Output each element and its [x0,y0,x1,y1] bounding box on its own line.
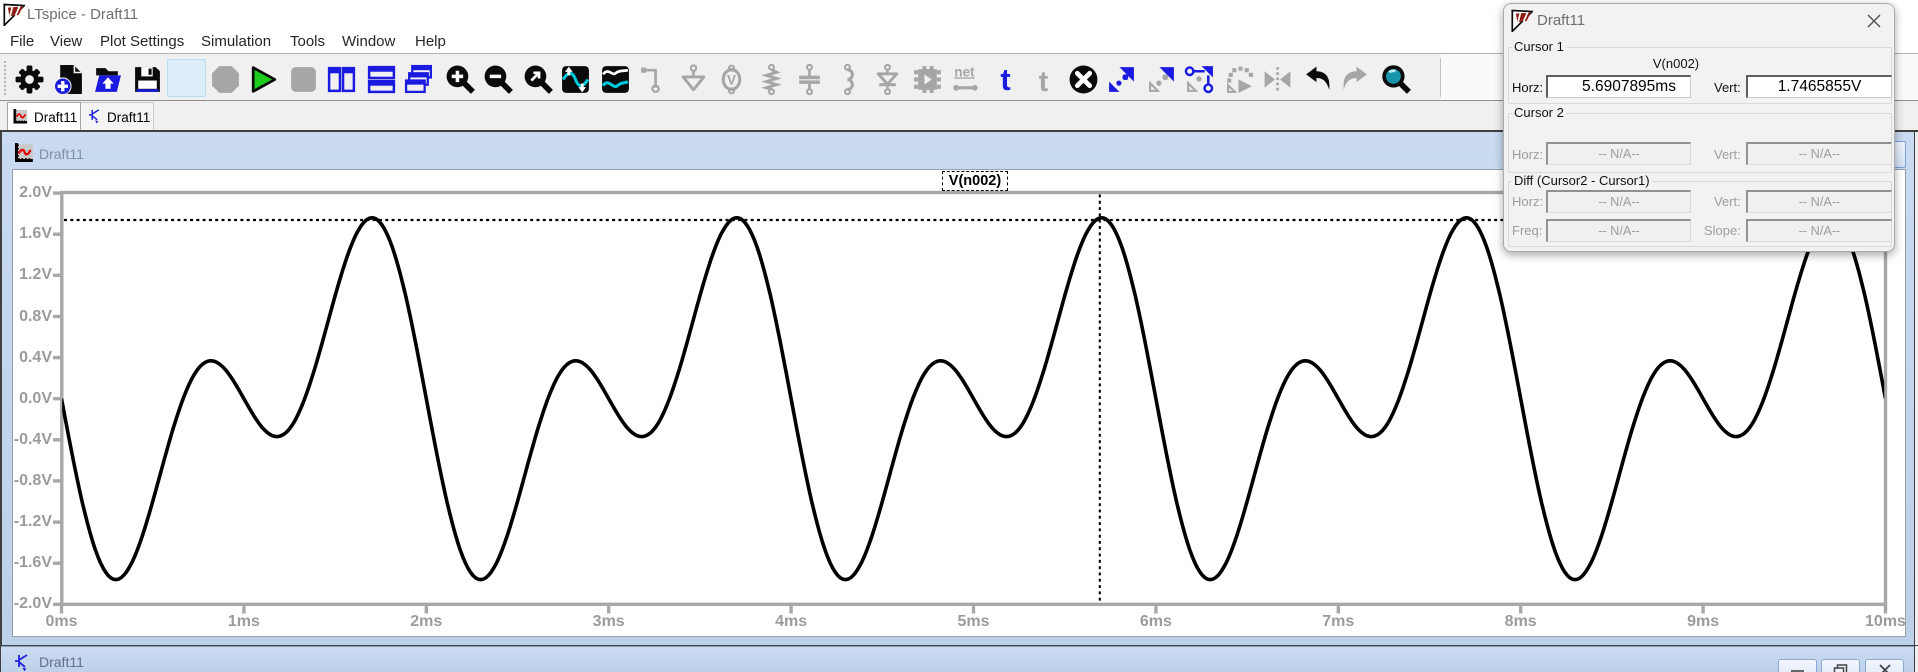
svg-text:net: net [954,64,975,79]
svg-text:t: t [1000,64,1010,95]
svg-text:V: V [727,73,736,88]
svg-text:t: t [1039,66,1049,95]
